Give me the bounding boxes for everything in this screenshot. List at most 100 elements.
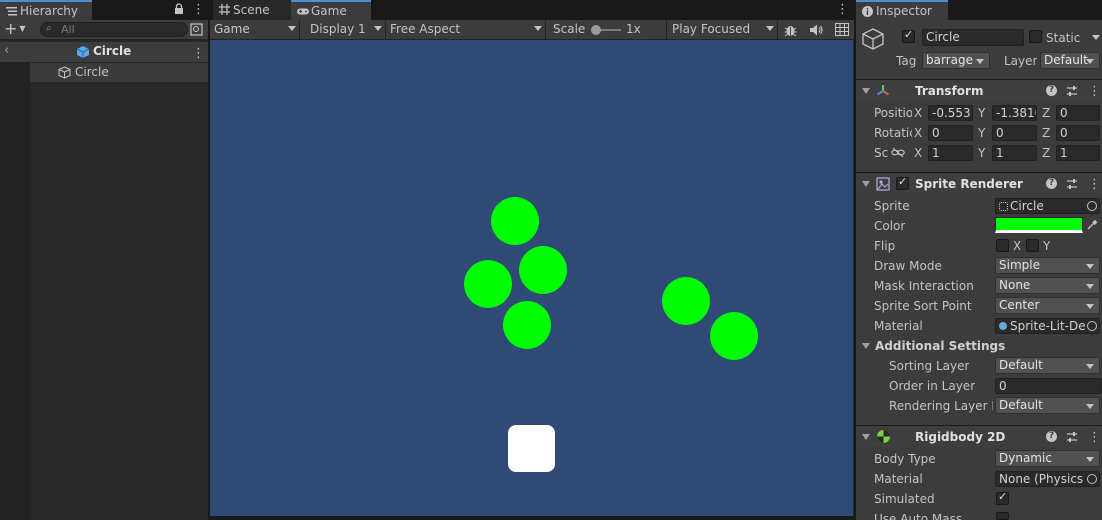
display-dropdown[interactable]: Display 1 [300,20,386,39]
component-menu-icon[interactable] [1088,84,1098,98]
rb-material-label: Material [874,472,923,486]
position-x-field[interactable]: -0.553 [928,105,973,121]
eyedropper-icon[interactable] [1086,219,1098,231]
back-arrow-icon[interactable]: ‹ [4,43,9,58]
object-picker-icon[interactable] [1087,201,1097,211]
tab-hierarchy[interactable]: Hierarchy [0,0,92,20]
fold-arrow-icon[interactable] [862,88,870,94]
object-picker-icon[interactable] [1087,474,1097,484]
additional-settings-title[interactable]: Additional Settings [875,338,1005,354]
scale-x-field[interactable]: 1 [928,145,973,161]
link-off-icon[interactable] [891,147,905,158]
play-mode-dropdown[interactable]: Play Focused [666,20,778,39]
stats-grid-icon[interactable] [835,23,849,36]
transform-header[interactable]: Transform [856,79,1102,101]
order-in-layer-field[interactable]: 0 [995,378,1102,394]
axis-y-label: Y [978,146,986,160]
aspect-dropdown[interactable]: Free Aspect [386,20,546,39]
transform-title: Transform [915,84,984,98]
material-field[interactable]: Sprite-Lit-De [995,318,1100,334]
scale-z-field[interactable]: 1 [1056,145,1100,161]
object-name-field[interactable]: Circle [922,29,1024,46]
rigidbody-header[interactable]: Rigidbody 2D [856,425,1102,447]
layer-dropdown[interactable]: Default [1040,52,1100,69]
green-circle-sprite[interactable] [519,246,567,294]
help-icon[interactable] [1046,178,1057,189]
rotation-x-field[interactable]: 0 [928,125,973,141]
scale-y-field[interactable]: 1 [992,145,1037,161]
rotation-label: Rotatic [874,126,912,140]
rb-material-value: None (Physics [999,472,1084,486]
mask-interaction-dropdown[interactable]: None [995,277,1100,294]
list-item[interactable]: Circle [30,63,208,82]
position-z-field[interactable]: 0 [1056,105,1100,121]
sprite-asset-icon [999,202,1008,211]
lock-icon[interactable] [174,3,184,15]
presets-icon[interactable] [1066,178,1078,190]
fold-arrow-icon[interactable] [862,343,870,349]
search-input[interactable]: ⌕ All [40,22,188,37]
sprite-renderer-header[interactable]: Sprite Renderer [856,172,1102,194]
add-object-button[interactable]: + ▼ [4,21,32,37]
rendering-layer-dropdown[interactable]: Default [995,397,1100,414]
sprite-renderer-enabled-checkbox[interactable] [896,175,909,190]
game-view[interactable] [210,40,853,516]
mask-interaction-label: Mask Interaction [874,279,974,293]
sprite-field[interactable]: Circle [995,198,1100,214]
help-icon[interactable] [1046,431,1057,442]
speaker-icon[interactable] [809,23,824,37]
object-picker-icon[interactable] [1087,321,1097,331]
material-value: Sprite-Lit-De [1010,319,1086,333]
rotation-z-field[interactable]: 0 [1056,125,1100,141]
flip-x-checkbox[interactable] [996,239,1009,252]
help-icon[interactable] [1046,85,1057,96]
hierarchy-panel: Hierarchy +▼ ⌕ All ‹ Circle Circle [0,0,208,520]
game-panel: Scene Game Game Display 1 Free Aspect Sc… [210,0,854,520]
color-swatch[interactable] [995,217,1083,233]
game-menu-icon[interactable] [836,2,846,16]
fold-arrow-icon[interactable] [862,181,870,187]
rotation-y-field[interactable]: 0 [992,125,1037,141]
sorting-layer-dropdown[interactable]: Default [995,357,1100,374]
body-type-dropdown[interactable]: Dynamic [995,450,1100,467]
use-auto-mass-checkbox[interactable] [996,512,1009,520]
component-menu-icon[interactable] [1088,177,1098,191]
green-circle-sprite[interactable] [491,197,539,245]
sprite-sort-point-dropdown[interactable]: Center [995,297,1100,314]
green-circle-sprite[interactable] [503,301,551,349]
tab-inspector[interactable]: Inspector [856,0,948,20]
presets-icon[interactable] [1066,431,1078,443]
active-checkbox[interactable] [902,28,915,43]
presets-icon[interactable] [1066,85,1078,97]
scene-menu-icon[interactable] [192,46,202,60]
flip-y-checkbox[interactable] [1026,239,1039,252]
rb-material-field[interactable]: None (Physics [995,471,1100,487]
scale-slider[interactable] [591,25,621,35]
game-mode-dropdown[interactable]: Game [210,20,300,39]
fold-arrow-icon[interactable] [862,434,870,440]
tag-dropdown[interactable]: barrage [922,52,990,69]
component-menu-icon[interactable] [1088,430,1098,444]
tag-label: Tag [896,54,917,68]
position-y-field[interactable]: -1.3816 [992,105,1037,121]
scene-picker-icon[interactable] [190,23,203,36]
white-square-sprite[interactable] [508,425,555,472]
bug-icon[interactable] [783,23,798,37]
rigidbody-icon [877,430,890,443]
rigidbody-title: Rigidbody 2D [915,430,1006,444]
green-circle-sprite[interactable] [662,277,710,325]
scale-slider-thumb[interactable] [591,25,601,35]
simulated-checkbox[interactable] [996,490,1009,505]
tab-scene[interactable]: Scene [213,0,291,20]
chevron-down-icon [288,26,296,31]
hierarchy-menu-icon[interactable] [192,2,202,16]
rendering-layer-label: Rendering Layer M [889,399,993,413]
color-label: Color [874,219,906,233]
tab-game[interactable]: Game [291,0,371,20]
gameobject-cube-icon [58,66,71,79]
draw-mode-dropdown[interactable]: Simple [995,257,1100,274]
green-circle-sprite[interactable] [710,312,758,360]
chevron-down-icon[interactable] [1092,35,1100,40]
static-checkbox[interactable] [1029,30,1042,43]
green-circle-sprite[interactable] [464,260,512,308]
